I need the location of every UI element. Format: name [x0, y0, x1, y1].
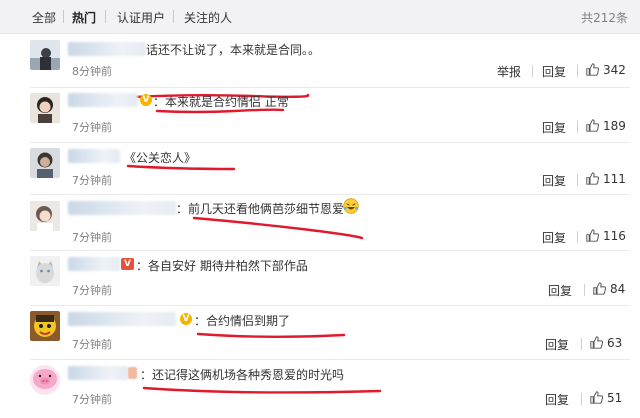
comment-item: ：还记得这俩机场各种秀恩爱的时光吗 7分钟前 回复 51 — [0, 360, 640, 418]
comment-time: 7分钟前 — [72, 393, 112, 406]
like-button[interactable]: 63 — [590, 336, 622, 350]
comment-item: V ：各自安好 期待井柏然下部作品 7分钟前 回复 84 — [0, 251, 640, 306]
reply-button[interactable]: 回复 — [542, 119, 566, 136]
tab-divider — [63, 10, 64, 23]
comment-total-count: 共212条 — [581, 11, 628, 25]
like-button[interactable]: 342 — [586, 63, 626, 77]
like-button[interactable]: 84 — [593, 282, 625, 296]
avatar[interactable] — [30, 256, 60, 286]
comment-time: 7分钟前 — [72, 121, 112, 134]
thumbs-up-icon — [590, 391, 604, 404]
reply-button[interactable]: 回复 — [545, 391, 569, 408]
thumbs-up-icon — [586, 63, 600, 76]
comment-time: 8分钟前 — [72, 65, 112, 78]
comment-time: 7分钟前 — [72, 284, 112, 297]
avatar[interactable] — [30, 40, 60, 70]
username-blurred[interactable] — [68, 42, 146, 56]
comment-time: 7分钟前 — [72, 338, 112, 351]
action-divider — [577, 231, 578, 243]
comment-text: ：本来就是合约情侣 正常 — [153, 95, 289, 109]
tab-divider — [105, 10, 106, 23]
red-underline-mark — [196, 332, 346, 338]
comment-text: ：各自安好 期待井柏然下部作品 — [136, 259, 308, 273]
comment-item: ：前几天还看他俩芭莎细节恩爱 7分钟前 回复 116 — [0, 195, 640, 251]
reply-button[interactable]: 回复 — [548, 282, 572, 299]
username-blurred[interactable] — [68, 312, 176, 326]
action-divider — [577, 65, 578, 77]
username-blurred[interactable] — [68, 257, 120, 271]
comment-item: V ：合约情侣到期了 7分钟前 回复 63 — [0, 306, 640, 360]
tab-divider — [173, 10, 174, 23]
like-count: 342 — [603, 63, 626, 77]
username-blurred[interactable] — [68, 93, 138, 107]
like-count: 116 — [603, 229, 626, 243]
reply-button[interactable]: 回复 — [542, 229, 566, 246]
comment-item: V ：本来就是合约情侣 正常 7分钟前 回复 189 — [0, 88, 640, 143]
action-divider — [577, 174, 578, 186]
verified-badge-icon: V — [180, 313, 192, 325]
action-divider — [584, 284, 585, 296]
like-count: 51 — [607, 391, 623, 405]
tab-all[interactable]: 全部 — [32, 9, 56, 26]
thumbs-up-icon — [590, 336, 604, 349]
action-divider — [581, 338, 582, 350]
action-divider — [577, 121, 578, 133]
action-divider — [532, 65, 533, 77]
like-button[interactable]: 189 — [586, 119, 626, 133]
reply-button[interactable]: 回复 — [542, 172, 566, 189]
comment-time: 7分钟前 — [72, 231, 112, 244]
like-button[interactable]: 51 — [590, 391, 622, 405]
avatar[interactable] — [30, 201, 60, 231]
verified-badge-icon: V — [121, 258, 134, 270]
comment-text: ：合约情侣到期了 — [194, 314, 291, 328]
avatar[interactable] — [30, 93, 60, 123]
comment-text: ：前几天还看他俩芭莎细节恩爱 — [176, 202, 345, 216]
comment-text: 话还不让说了，本来就是合同。。 — [146, 43, 321, 57]
like-button[interactable]: 116 — [586, 229, 626, 243]
username-blurred[interactable] — [68, 149, 120, 163]
comment-item: 话还不让说了，本来就是合同。。 8分钟前 举报 回复 342 — [0, 34, 640, 99]
like-count: 189 — [603, 119, 626, 133]
thumbs-up-icon — [586, 229, 600, 242]
username-blurred[interactable] — [68, 201, 176, 215]
like-count: 84 — [610, 282, 626, 296]
tab-hot[interactable]: 热门 — [72, 9, 96, 26]
action-divider — [581, 393, 582, 405]
comment-time: 7分钟前 — [72, 174, 112, 187]
reply-button[interactable]: 回复 — [545, 336, 569, 353]
like-button[interactable]: 111 — [586, 172, 626, 186]
comment-item: 《公关恋人》 7分钟前 回复 111 — [0, 143, 640, 195]
tab-verified-users[interactable]: 认证用户 — [117, 9, 165, 26]
avatar[interactable] — [30, 365, 60, 395]
red-underline-mark — [142, 386, 382, 394]
like-count: 111 — [603, 172, 626, 186]
avatar[interactable] — [30, 148, 60, 178]
thumbs-up-icon — [593, 282, 607, 295]
report-button[interactable]: 举报 — [497, 63, 521, 80]
like-count: 63 — [607, 336, 623, 350]
comment-filter-tabs: 全部 热门 认证用户 关注的人 共212条 — [0, 0, 640, 34]
user-level-badge-icon — [128, 367, 137, 379]
red-underline-mark — [192, 216, 364, 240]
laughing-emoji-icon — [343, 198, 359, 217]
tab-following[interactable]: 关注的人 — [184, 9, 232, 26]
comment-text: ：还记得这俩机场各种秀恩爱的时光吗 — [140, 368, 345, 382]
username-blurred[interactable] — [68, 366, 128, 380]
thumbs-up-icon — [586, 172, 600, 185]
thumbs-up-icon — [586, 119, 600, 132]
avatar[interactable] — [30, 311, 60, 341]
comment-text: 《公关恋人》 — [124, 151, 197, 165]
reply-button[interactable]: 回复 — [542, 63, 566, 80]
verified-badge-icon: V — [140, 94, 152, 106]
